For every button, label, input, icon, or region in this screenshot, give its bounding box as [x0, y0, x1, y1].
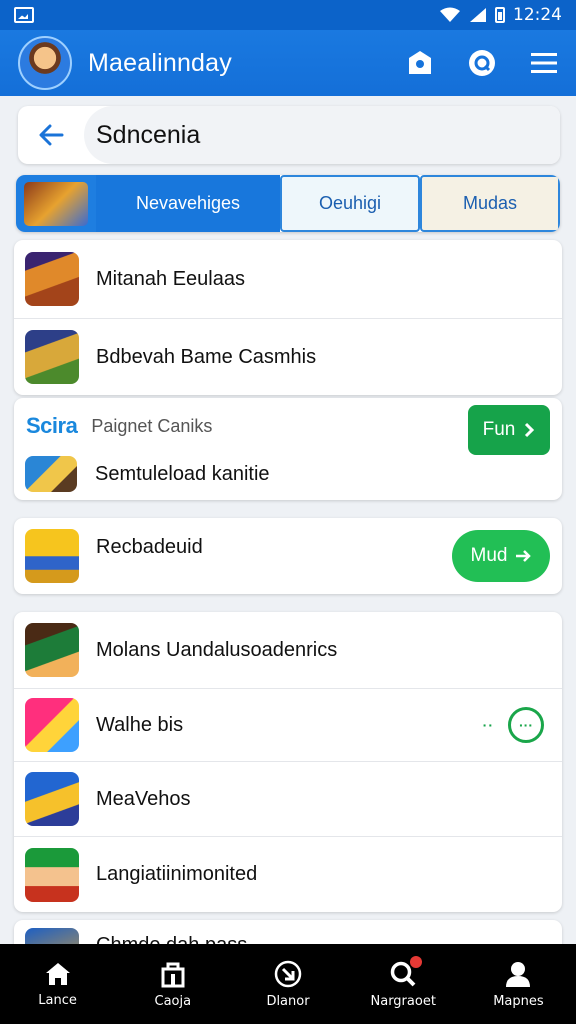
nav-label: Mapnes [493, 993, 544, 1009]
list-item[interactable]: Molans Uandalusoadenrics [14, 612, 562, 688]
shop-button[interactable] [402, 45, 438, 81]
search-circle-icon [469, 50, 495, 76]
bottom-navigation: Lance Caoja Dlanor Nargraoet Mapnes [0, 944, 576, 1024]
back-button[interactable] [18, 106, 84, 164]
status-bar: 12:24 [0, 0, 576, 30]
nav-label: Caoja [154, 993, 192, 1009]
game-list-group-3: Molans Uandalusoadenrics Walhe bis ·· ··… [14, 612, 562, 912]
promo-item[interactable]: Semtuleload kanitie [14, 454, 562, 494]
ellipsis-small-icon: ·· [482, 717, 494, 733]
list-item-label: Molans Uandalusoadenrics [96, 638, 338, 661]
game-list-group-1: Mitanah Eeulaas Bdbevah Bame Casmhis [14, 240, 562, 395]
nav-item-mapnes[interactable]: Mapnes [461, 944, 576, 1024]
game-icon [25, 772, 79, 826]
search-field [84, 106, 560, 164]
chevron-right-icon [525, 422, 535, 438]
promo-card: Scira Paignet Caniks Semtuleload kanitie… [14, 398, 562, 500]
list-item-label: Mitanah Eeulaas [96, 267, 245, 290]
list-item-label: Langiatiinimonited [96, 863, 258, 885]
nav-label: Nargraoet [370, 993, 436, 1009]
tab-nevavehiges[interactable]: Nevavehiges [96, 175, 280, 232]
game-icon [25, 529, 79, 583]
game-icon [25, 252, 79, 306]
app-title: Maealinnday [88, 48, 232, 77]
search-input[interactable] [96, 120, 560, 150]
arrow-right-icon [516, 550, 532, 562]
arrow-left-icon [39, 124, 64, 146]
list-item[interactable]: Langiatiinimonited [14, 836, 562, 912]
wifi-icon [440, 7, 460, 22]
game-icon [25, 847, 79, 902]
avatar[interactable] [18, 36, 72, 90]
mud-button[interactable]: Mud [452, 530, 550, 582]
game-icon [25, 623, 79, 677]
nav-label: Lance [38, 992, 77, 1008]
gallery-notification-icon [14, 7, 34, 23]
hamburger-icon [531, 53, 557, 73]
app-bar-actions [402, 45, 562, 81]
list-item[interactable]: Walhe bis ·· ··· [14, 688, 562, 761]
status-time: 12:24 [513, 5, 562, 25]
battery-icon [495, 7, 505, 23]
nav-item-nargraoet[interactable]: Nargraoet [346, 944, 461, 1024]
compass-icon [274, 960, 302, 987]
nav-item-caoja[interactable]: Caoja [115, 944, 230, 1024]
store-icon [161, 962, 185, 987]
nav-label: Dlanor [266, 993, 310, 1009]
promo-item-label: Semtuleload kanitie [95, 462, 270, 485]
promo-logo: Scira [26, 413, 78, 438]
list-item-label: Walhe bis [96, 713, 184, 736]
app-bar: Maealinnday [0, 30, 576, 96]
tab-thumbnail[interactable] [16, 175, 96, 232]
tab-mudas[interactable]: Mudas [420, 175, 560, 232]
game-icon [25, 330, 79, 384]
category-tabs: Nevavehiges Oeuhigi Mudas [16, 175, 560, 232]
more-options[interactable]: ·· ··· [483, 707, 544, 743]
nav-item-dlanor[interactable]: Dlanor [230, 944, 345, 1024]
shop-icon [409, 51, 431, 74]
promo-subtitle: Paignet Caniks [91, 415, 213, 436]
game-list-group-2: Recbadeuid Mud [14, 518, 562, 594]
list-item[interactable]: Mitanah Eeulaas [14, 240, 562, 318]
game-icon [25, 456, 77, 492]
search-bar [18, 106, 560, 164]
home-icon [45, 962, 70, 985]
list-item-label: MeaVehos [96, 787, 191, 810]
nav-item-lance[interactable]: Lance [0, 944, 115, 1024]
game-thumbnail-image [24, 181, 88, 226]
profile-icon [506, 961, 531, 987]
mud-button-label: Mud [470, 545, 508, 566]
fun-button[interactable]: Fun [468, 405, 550, 455]
signal-icon [470, 8, 486, 22]
fun-button-label: Fun [482, 419, 516, 440]
notification-badge [409, 956, 422, 968]
list-item-label: Recbadeuid [96, 535, 203, 558]
status-indicators: 12:24 [439, 5, 562, 25]
list-item-label: Bdbevah Bame Casmhis [96, 345, 317, 368]
game-icon [25, 698, 79, 752]
menu-button[interactable] [526, 45, 562, 81]
tab-oeuhigi[interactable]: Oeuhigi [280, 175, 420, 232]
list-item[interactable]: MeaVehos [14, 761, 562, 836]
list-item[interactable]: Bdbevah Bame Casmhis [14, 318, 562, 395]
more-circle-icon: ··· [508, 707, 544, 743]
search-app-button[interactable] [464, 45, 500, 81]
